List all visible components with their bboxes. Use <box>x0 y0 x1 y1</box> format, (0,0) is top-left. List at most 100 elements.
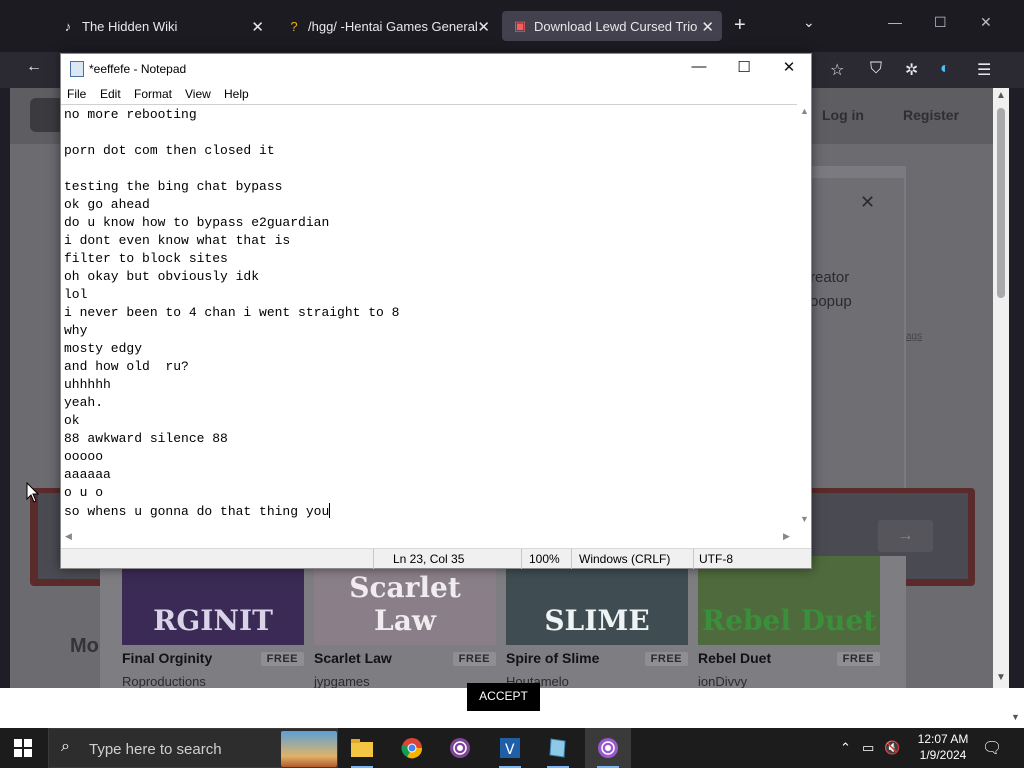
scroll-up-arrow-icon[interactable]: ▲ <box>800 106 809 116</box>
game-cover[interactable]: Scarlet Law <box>314 556 496 645</box>
zoom-level: 100% <box>529 552 560 566</box>
notepad-taskbar-icon[interactable] <box>535 728 581 768</box>
accept-cookies-button[interactable]: ACCEPT <box>467 683 540 711</box>
game-card[interactable]: RGINIT Final Orginity FREE Roproductions <box>122 556 304 688</box>
menu-file[interactable]: File <box>67 87 86 101</box>
menu-view[interactable]: View <box>185 87 211 101</box>
notification-center-icon[interactable]: 🗨 <box>982 738 1002 758</box>
notepad-statusbar: Ln 23, Col 35 100% Windows (CRLF) UTF-8 <box>61 548 811 569</box>
game-cover[interactable]: Rebel Duet <box>698 556 880 645</box>
price-badge: FREE <box>452 652 496 666</box>
scroll-down-arrow-icon[interactable]: ▼ <box>800 514 809 524</box>
game-author[interactable]: Roproductions <box>122 674 206 688</box>
text-caret <box>329 503 331 518</box>
cover-title: RGINIT <box>153 604 273 637</box>
line-ending: Windows (CRLF) <box>579 552 671 566</box>
banner-arrow-button[interactable]: → <box>878 520 933 552</box>
visual-studio-icon[interactable]: V <box>487 728 533 768</box>
scroll-left-arrow-icon[interactable]: ◀ <box>65 531 72 542</box>
status-separator <box>521 549 522 569</box>
wiki-favicon-icon: ♪ <box>64 18 72 34</box>
cover-title: Scarlet Law <box>349 571 461 637</box>
bookmark-star-icon[interactable]: ☆ <box>830 60 844 80</box>
game-card[interactable]: Scarlet Law Scarlet Law FREE jypgames <box>314 556 496 688</box>
notepad-horizontal-scrollbar[interactable]: ◀ ▶ <box>61 530 797 544</box>
status-separator <box>373 549 374 569</box>
game-title[interactable]: Spire of Slime <box>506 650 599 666</box>
search-icon: ⌕ <box>61 738 70 755</box>
page-scrollbar[interactable]: ▲ ▼ <box>993 88 1009 688</box>
game-title[interactable]: Scarlet Law <box>314 650 392 666</box>
menu-format[interactable]: Format <box>134 87 172 101</box>
text-line: yeah. <box>64 395 104 410</box>
tab-download-lewd[interactable]: ▣ Download Lewd Cursed Trio by ✕ <box>502 11 722 41</box>
price-badge: FREE <box>260 652 304 666</box>
file-explorer-icon[interactable] <box>339 728 385 768</box>
network-icon[interactable]: ▭ <box>862 740 874 756</box>
text-line: ooooo <box>64 449 104 464</box>
scrollbar-thumb[interactable] <box>997 108 1005 298</box>
notepad-text-area[interactable]: no more rebooting porn dot com then close… <box>61 104 797 532</box>
game-card[interactable]: SLIME Spire of Slime FREE Houtamelo <box>506 556 688 688</box>
text-line: testing the bing chat bypass <box>64 179 283 194</box>
menu-help[interactable]: Help <box>224 87 249 101</box>
magic-wand-icon[interactable]: ✲ <box>905 60 918 80</box>
register-link[interactable]: Register <box>903 107 959 123</box>
scroll-up-arrow-icon[interactable]: ▲ <box>996 90 1006 101</box>
login-link[interactable]: Log in <box>822 107 864 123</box>
notepad-vertical-scrollbar[interactable]: ▲ ▼ <box>797 104 811 530</box>
game-title[interactable]: Final Orginity <box>122 650 212 666</box>
cursor-position: Ln 23, Col 35 <box>393 552 465 566</box>
scroll-right-arrow-icon[interactable]: ▶ <box>783 531 790 542</box>
tab-hidden-wiki[interactable]: ♪ The Hidden Wiki ✕ <box>50 11 272 41</box>
text-line: ok <box>64 413 80 428</box>
hamburger-menu-icon[interactable]: ☰ <box>977 60 991 80</box>
close-window-icon[interactable]: ✕ <box>980 14 992 31</box>
menu-edit[interactable]: Edit <box>100 87 121 101</box>
game-author[interactable]: ionDivvy <box>698 674 747 688</box>
chrome-icon[interactable] <box>389 728 435 768</box>
tab-close-icon[interactable]: ✕ <box>251 18 264 36</box>
text-line: ok go ahead <box>64 197 150 212</box>
tor-browser-active-icon[interactable] <box>585 728 631 768</box>
status-separator <box>571 549 572 569</box>
new-tab-plus-icon[interactable]: + <box>734 14 746 37</box>
browser-tabstrip: ♪ The Hidden Wiki ✕ ? /hgg/ -Hentai Game… <box>0 0 1024 52</box>
back-arrow-icon[interactable]: ← <box>22 58 46 76</box>
maximize-icon[interactable]: ☐ <box>729 58 759 76</box>
taskbar-search-box[interactable]: ⌕ Type here to search <box>48 728 338 768</box>
tor-circuit-icon[interactable]: ◐ <box>940 60 950 78</box>
modal-text-line: reator <box>810 269 850 286</box>
tor-browser-icon[interactable] <box>437 728 483 768</box>
maximize-icon[interactable]: ☐ <box>934 14 947 31</box>
taskbar-clock[interactable]: 12:07 AM 1/9/2024 <box>913 731 973 763</box>
svg-text:V: V <box>505 742 515 758</box>
game-title[interactable]: Rebel Duet <box>698 650 771 666</box>
modal-link[interactable]: ags <box>906 331 922 342</box>
show-hidden-icons-chevron-icon[interactable]: ⌃ <box>840 740 851 756</box>
tab-close-icon[interactable]: ✕ <box>701 18 714 36</box>
tab-list-chevron-down-icon[interactable]: ⌄ <box>803 14 815 31</box>
close-icon[interactable]: ✕ <box>774 58 804 76</box>
windows-taskbar: ⌕ Type here to search V ⌃ ▭ 🔇 12:07 AM 1… <box>0 728 1024 768</box>
text-line: and how old ru? <box>64 359 189 374</box>
scroll-down-small-icon[interactable]: ▼ <box>1011 712 1020 722</box>
modal-close-icon[interactable]: ✕ <box>860 192 875 213</box>
cover-title: Rebel Duet <box>701 604 877 637</box>
minimize-icon[interactable]: — <box>684 58 714 75</box>
windows-start-icon[interactable] <box>14 739 32 757</box>
site-logo[interactable] <box>30 98 64 132</box>
tab-hgg[interactable]: ? /hgg/ -Hentai Games General ✕ <box>276 11 498 41</box>
scroll-down-arrow-icon[interactable]: ▼ <box>996 672 1006 683</box>
game-card[interactable]: Rebel Duet Rebel Duet FREE ionDivvy <box>698 556 880 688</box>
shield-icon[interactable]: ⛉ <box>870 60 882 78</box>
notepad-titlebar[interactable]: *eeffefe - Notepad — ☐ ✕ <box>61 54 811 84</box>
mouse-pointer-icon <box>26 482 40 503</box>
minimize-icon[interactable]: — <box>888 14 902 30</box>
volume-muted-icon[interactable]: 🔇 <box>884 740 900 756</box>
game-author[interactable]: jypgames <box>314 674 370 688</box>
game-cover[interactable]: SLIME <box>506 556 688 645</box>
tab-close-icon[interactable]: ✕ <box>477 18 490 36</box>
games-panel: RGINIT Final Orginity FREE Roproductions… <box>100 556 906 688</box>
game-cover[interactable]: RGINIT <box>122 556 304 645</box>
